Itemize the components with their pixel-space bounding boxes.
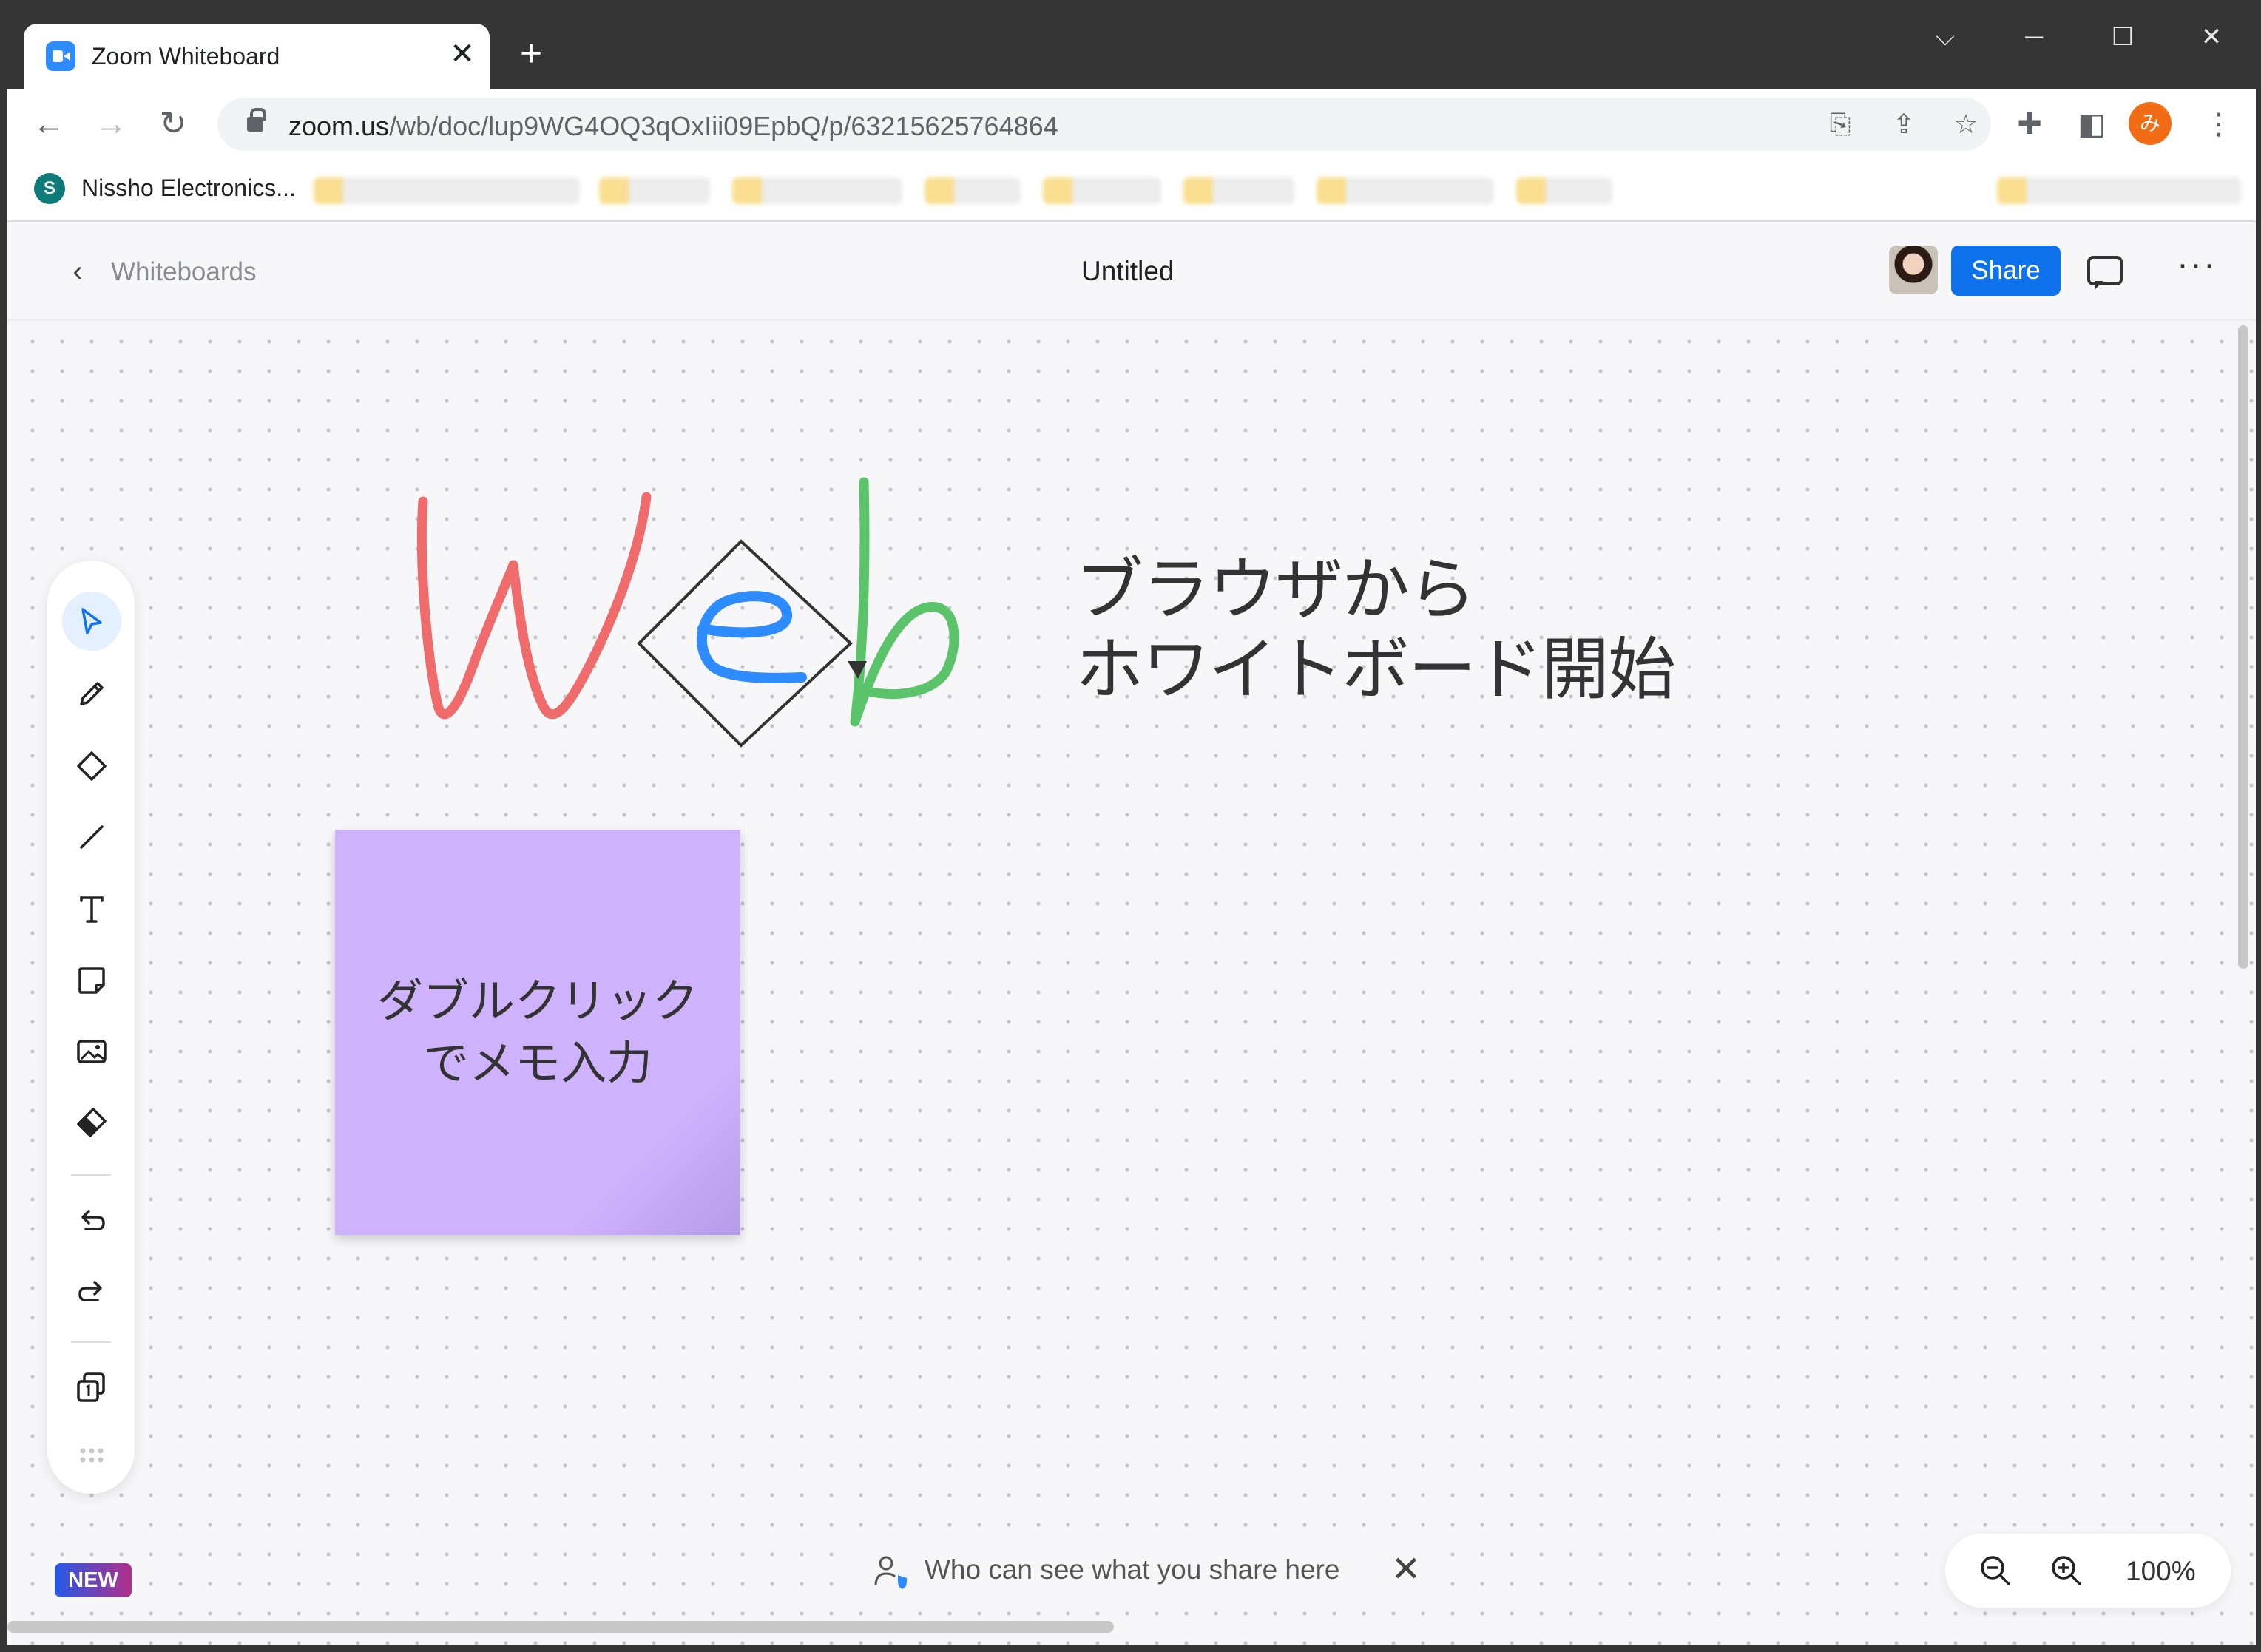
browser-tab[interactable]: Zoom Whiteboard ✕ bbox=[24, 24, 490, 89]
lock-icon[interactable] bbox=[247, 108, 266, 132]
image-icon bbox=[77, 1040, 107, 1063]
bookmark-blurred[interactable] bbox=[1516, 177, 1612, 204]
user-shield-icon bbox=[874, 1556, 907, 1589]
extensions-puzzle-icon[interactable]: ✚ bbox=[2009, 104, 2050, 145]
browser-toolbar: ← → ↻ zoom.us/wb/doc/lup9WG4OQ3qOxIii09E… bbox=[7, 89, 2256, 158]
sticky-note-text: ダブルクリック でメモ入力 bbox=[335, 970, 740, 1094]
share-button[interactable]: Share bbox=[1951, 246, 2061, 296]
redo-icon bbox=[78, 1281, 102, 1301]
zoom-favicon-icon bbox=[46, 41, 75, 71]
reload-icon[interactable]: ↻ bbox=[152, 104, 194, 145]
bookmark-blurred[interactable] bbox=[1317, 177, 1494, 204]
sticky-note-tool[interactable] bbox=[62, 951, 121, 1010]
undo-button[interactable] bbox=[62, 1191, 121, 1250]
sticky-line-2: でメモ入力 bbox=[422, 1036, 652, 1090]
tool-separator bbox=[71, 1174, 111, 1176]
zoom-out-icon[interactable] bbox=[1978, 1553, 2013, 1588]
translate-icon[interactable]: ⎘ bbox=[1824, 108, 1856, 141]
whiteboard-header: ‹ Whiteboards Untitled Share ··· bbox=[7, 222, 2256, 321]
visibility-notice-text: Who can see what you share here bbox=[925, 1554, 1340, 1585]
tool-panel bbox=[47, 561, 135, 1494]
more-tools-icon bbox=[80, 1448, 104, 1463]
vertical-scrollbar[interactable] bbox=[2238, 325, 2248, 969]
bookmark-star-icon[interactable]: ☆ bbox=[1950, 108, 1982, 141]
shape-tool[interactable] bbox=[62, 737, 121, 796]
bookmark-blurred[interactable] bbox=[732, 177, 902, 204]
whiteboard-canvas[interactable]: ブラウザから ホワイトボード開始 ダブルクリック でメモ入力 NEW Who c… bbox=[7, 321, 2256, 1645]
chevron-left-icon[interactable]: ‹ bbox=[59, 253, 96, 290]
bookmark-blurred[interactable] bbox=[1043, 177, 1161, 204]
bookmark-blurred[interactable] bbox=[1183, 177, 1294, 204]
line-icon bbox=[80, 825, 104, 849]
tab-title: Zoom Whiteboard bbox=[92, 43, 280, 70]
eraser-tool[interactable] bbox=[62, 1093, 121, 1152]
tab-close-button[interactable]: ✕ bbox=[445, 37, 479, 71]
zoom-in-icon[interactable] bbox=[2049, 1553, 2084, 1588]
horizontal-scrollbar[interactable] bbox=[7, 1621, 1114, 1633]
select-tool[interactable] bbox=[62, 592, 121, 651]
close-window-button[interactable]: ✕ bbox=[2189, 15, 2234, 59]
text-tool[interactable] bbox=[62, 880, 121, 939]
new-badge[interactable]: NEW bbox=[55, 1563, 132, 1597]
bookmark-blurred[interactable] bbox=[1997, 177, 2241, 204]
comments-icon[interactable] bbox=[2087, 256, 2123, 290]
heading-line-1: ブラウザから bbox=[1075, 550, 1476, 629]
pen-icon bbox=[80, 682, 104, 705]
bookmark-blurred[interactable] bbox=[599, 177, 710, 204]
bookmark-nissho[interactable]: Nissho Electronics... bbox=[81, 175, 296, 202]
profile-avatar[interactable]: み bbox=[2129, 102, 2172, 145]
sharepoint-icon: S bbox=[34, 173, 65, 204]
redo-button[interactable] bbox=[62, 1262, 121, 1321]
undo-icon bbox=[81, 1210, 105, 1230]
bookmarks-bar: S Nissho Electronics... bbox=[7, 158, 2256, 222]
address-bar[interactable]: zoom.us/wb/doc/lup9WG4OQ3qOxIii09EpbQ/p/… bbox=[217, 98, 1991, 151]
zoom-level[interactable]: 100% bbox=[2126, 1556, 2196, 1587]
more-tools-button[interactable] bbox=[62, 1426, 121, 1485]
back-arrow-icon[interactable]: ← bbox=[28, 104, 70, 145]
tool-separator bbox=[71, 1341, 111, 1343]
side-panel-icon[interactable]: ◧ bbox=[2071, 104, 2112, 145]
image-tool[interactable] bbox=[62, 1022, 121, 1081]
browser-menu-icon[interactable]: ⋮ bbox=[2198, 104, 2240, 145]
visibility-notice: Who can see what you share here ✕ bbox=[856, 1538, 1448, 1602]
heading-line-2: ホワイトボード開始 bbox=[1075, 630, 1676, 709]
minimize-button[interactable]: ─ bbox=[2012, 15, 2056, 59]
shape-icon bbox=[77, 751, 107, 781]
share-page-icon[interactable]: ⇪ bbox=[1887, 108, 1920, 141]
pen-tool[interactable] bbox=[62, 664, 121, 723]
browser-window: Zoom Whiteboard ✕ + ⌵ ─ ☐ ✕ ← → ↻ zoom.u… bbox=[0, 0, 2261, 1652]
pages-button[interactable] bbox=[62, 1358, 121, 1417]
forward-arrow-icon[interactable]: → bbox=[90, 104, 132, 145]
sticky-note-icon bbox=[78, 967, 105, 994]
drawn-letter-e[interactable] bbox=[697, 591, 807, 683]
user-avatar[interactable] bbox=[1889, 246, 1938, 294]
drawn-letter-b[interactable] bbox=[850, 477, 959, 727]
line-tool[interactable] bbox=[62, 808, 121, 867]
title-bar: Zoom Whiteboard ✕ + ⌵ ─ ☐ ✕ bbox=[0, 0, 2261, 89]
freehand-drawing[interactable] bbox=[7, 321, 1043, 779]
eraser-icon bbox=[77, 1108, 107, 1137]
text-icon bbox=[80, 896, 104, 923]
maximize-button[interactable]: ☐ bbox=[2101, 15, 2145, 59]
select-icon bbox=[81, 608, 102, 634]
close-notice-icon[interactable]: ✕ bbox=[1386, 1550, 1426, 1590]
diamond-shape[interactable] bbox=[637, 539, 853, 748]
drawn-letter-w[interactable] bbox=[416, 492, 652, 720]
zoom-controls: 100% bbox=[1945, 1534, 2231, 1608]
sticky-note[interactable]: ダブルクリック でメモ入力 bbox=[335, 830, 740, 1235]
heading-text[interactable]: ブラウザから ホワイトボード開始 bbox=[1075, 550, 1676, 710]
new-tab-button[interactable]: + bbox=[510, 33, 552, 74]
sticky-line-1: ダブルクリック bbox=[376, 974, 698, 1028]
bookmark-blurred[interactable] bbox=[925, 177, 1021, 204]
url-text[interactable]: zoom.us/wb/doc/lup9WG4OQ3qOxIii09EpbQ/p/… bbox=[288, 111, 1058, 142]
tab-search-chevron-icon[interactable]: ⌵ bbox=[1923, 15, 1967, 59]
more-options-icon[interactable]: ··· bbox=[2174, 247, 2219, 291]
bookmark-blurred[interactable] bbox=[314, 177, 580, 204]
whiteboards-link[interactable]: Whiteboards bbox=[111, 257, 256, 287]
pages-icon bbox=[77, 1372, 105, 1402]
document-title[interactable]: Untitled bbox=[1081, 256, 1174, 287]
